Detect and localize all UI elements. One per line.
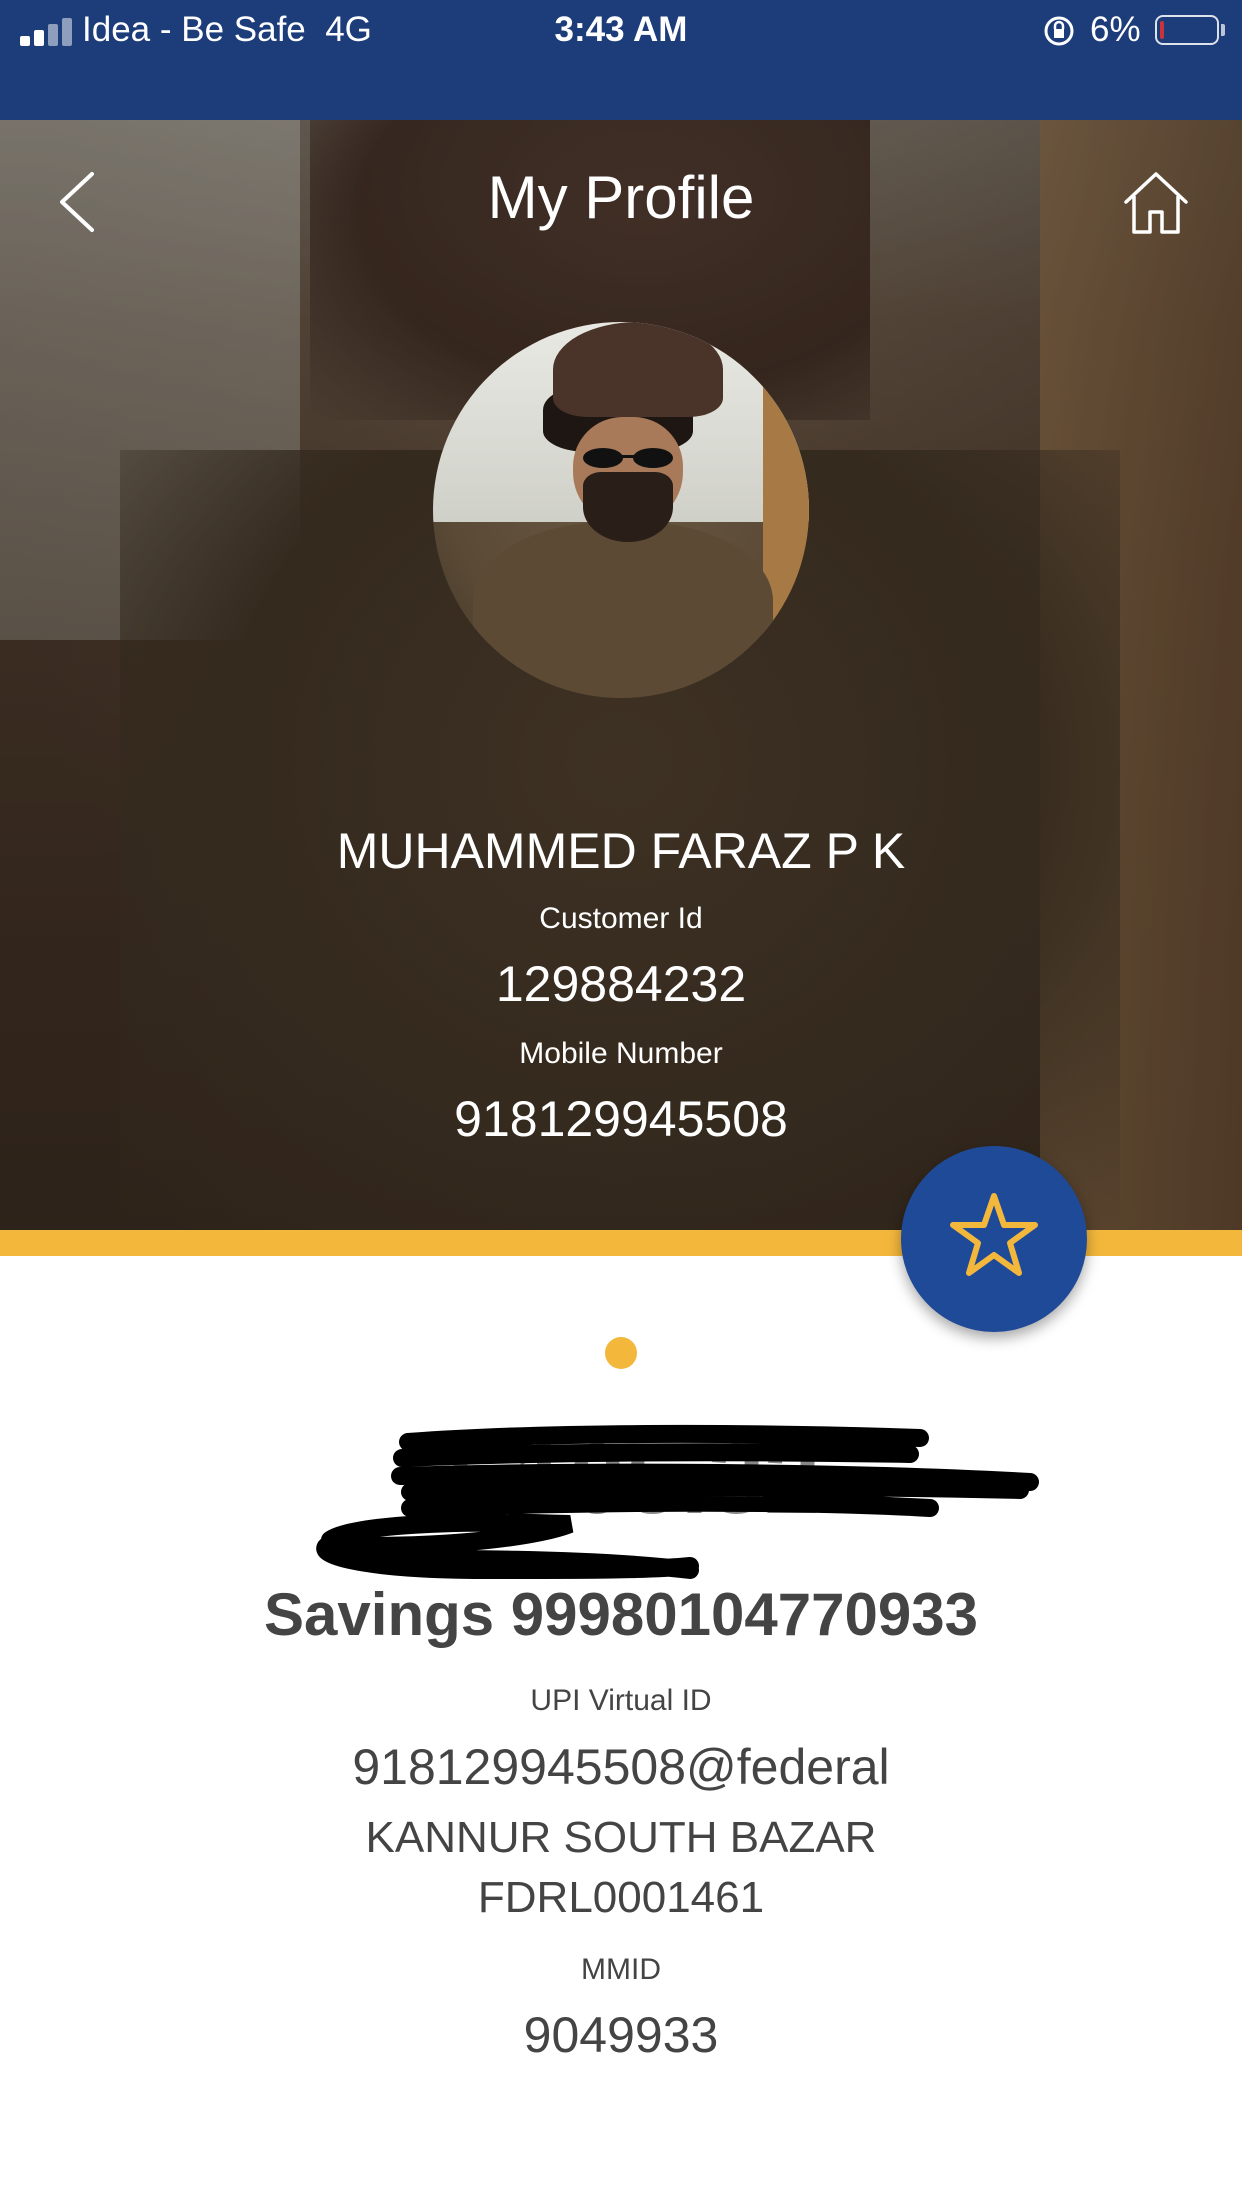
mmid-value: 9049933 — [523, 2007, 719, 2063]
mmid-label: MMID — [581, 1953, 661, 1986]
customer-name: MUHAMMED FARAZ P K — [336, 823, 906, 879]
battery-percent: 6% — [1090, 10, 1141, 49]
redaction-scribble — [316, 1424, 1039, 1580]
ifsc-code: FDRL0001461 — [477, 1873, 765, 1922]
upi-id-label: UPI Virtual ID — [530, 1684, 712, 1717]
upi-id-value: 918129945508@federal — [352, 1739, 890, 1795]
star-icon — [950, 1193, 1038, 1276]
rotation-lock-icon — [1044, 16, 1074, 46]
avatar[interactable] — [433, 322, 809, 698]
home-icon[interactable] — [1122, 168, 1190, 236]
mobile-number-label: Mobile Number — [519, 1037, 723, 1070]
profile-screen: Idea - Be Safe 4G 3:43 AM 6% My Profile — [0, 0, 1242, 2208]
favorite-button[interactable] — [901, 1146, 1087, 1332]
status-bar: Idea - Be Safe 4G 3:43 AM 6% — [0, 0, 1242, 120]
page-title: My Profile — [487, 164, 755, 231]
customer-id-label: Customer Id — [539, 902, 703, 935]
account-title: Savings 99980104770933 — [264, 1581, 978, 1648]
customer-id-value: 129884232 — [495, 956, 747, 1012]
page-indicator-dot — [605, 1337, 637, 1369]
mobile-number-value: 918129945508 — [454, 1091, 788, 1147]
branch-name: KANNUR SOUTH BAZAR — [365, 1813, 877, 1862]
battery-icon — [1155, 15, 1219, 45]
